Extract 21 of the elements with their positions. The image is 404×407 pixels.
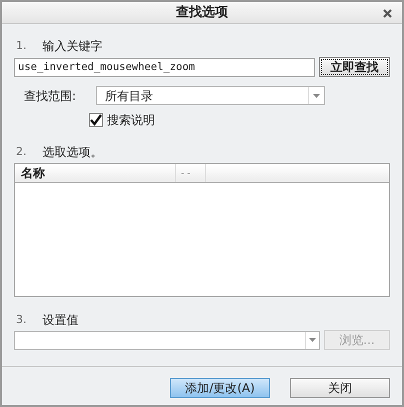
step-label: 输入关键字 — [42, 38, 102, 55]
search-now-button[interactable]: 立即查找 — [319, 57, 390, 77]
checkbox-label: 搜索说明 — [107, 112, 155, 129]
dialog-button[interactable]: 添加/更改(A) — [170, 378, 270, 398]
keyword-field[interactable]: use_inverted_mousewheel_zoom — [14, 58, 315, 76]
step-label: 设置值 — [42, 312, 78, 329]
window-title: 查找选项 — [176, 4, 228, 22]
step-label: 选取选项。 — [42, 144, 102, 161]
step-number: 1. — [16, 38, 26, 54]
step-number: 3. — [16, 312, 26, 328]
value-combo-field[interactable] — [14, 330, 320, 350]
scope-dropdown[interactable]: 所有目录 — [96, 86, 325, 105]
dropdown-caret-icon — [309, 338, 316, 342]
column-header[interactable]: 名称 — [15, 164, 176, 182]
search-description-checkbox[interactable] — [89, 113, 103, 127]
column-header[interactable]: - - — [176, 164, 206, 182]
close-icon[interactable] — [383, 9, 392, 18]
dropdown-caret-icon — [313, 94, 320, 98]
step-number: 2. — [16, 144, 26, 160]
dialog-button[interactable]: 关闭 — [290, 378, 390, 398]
scope-label: 查找范围: — [24, 88, 78, 104]
